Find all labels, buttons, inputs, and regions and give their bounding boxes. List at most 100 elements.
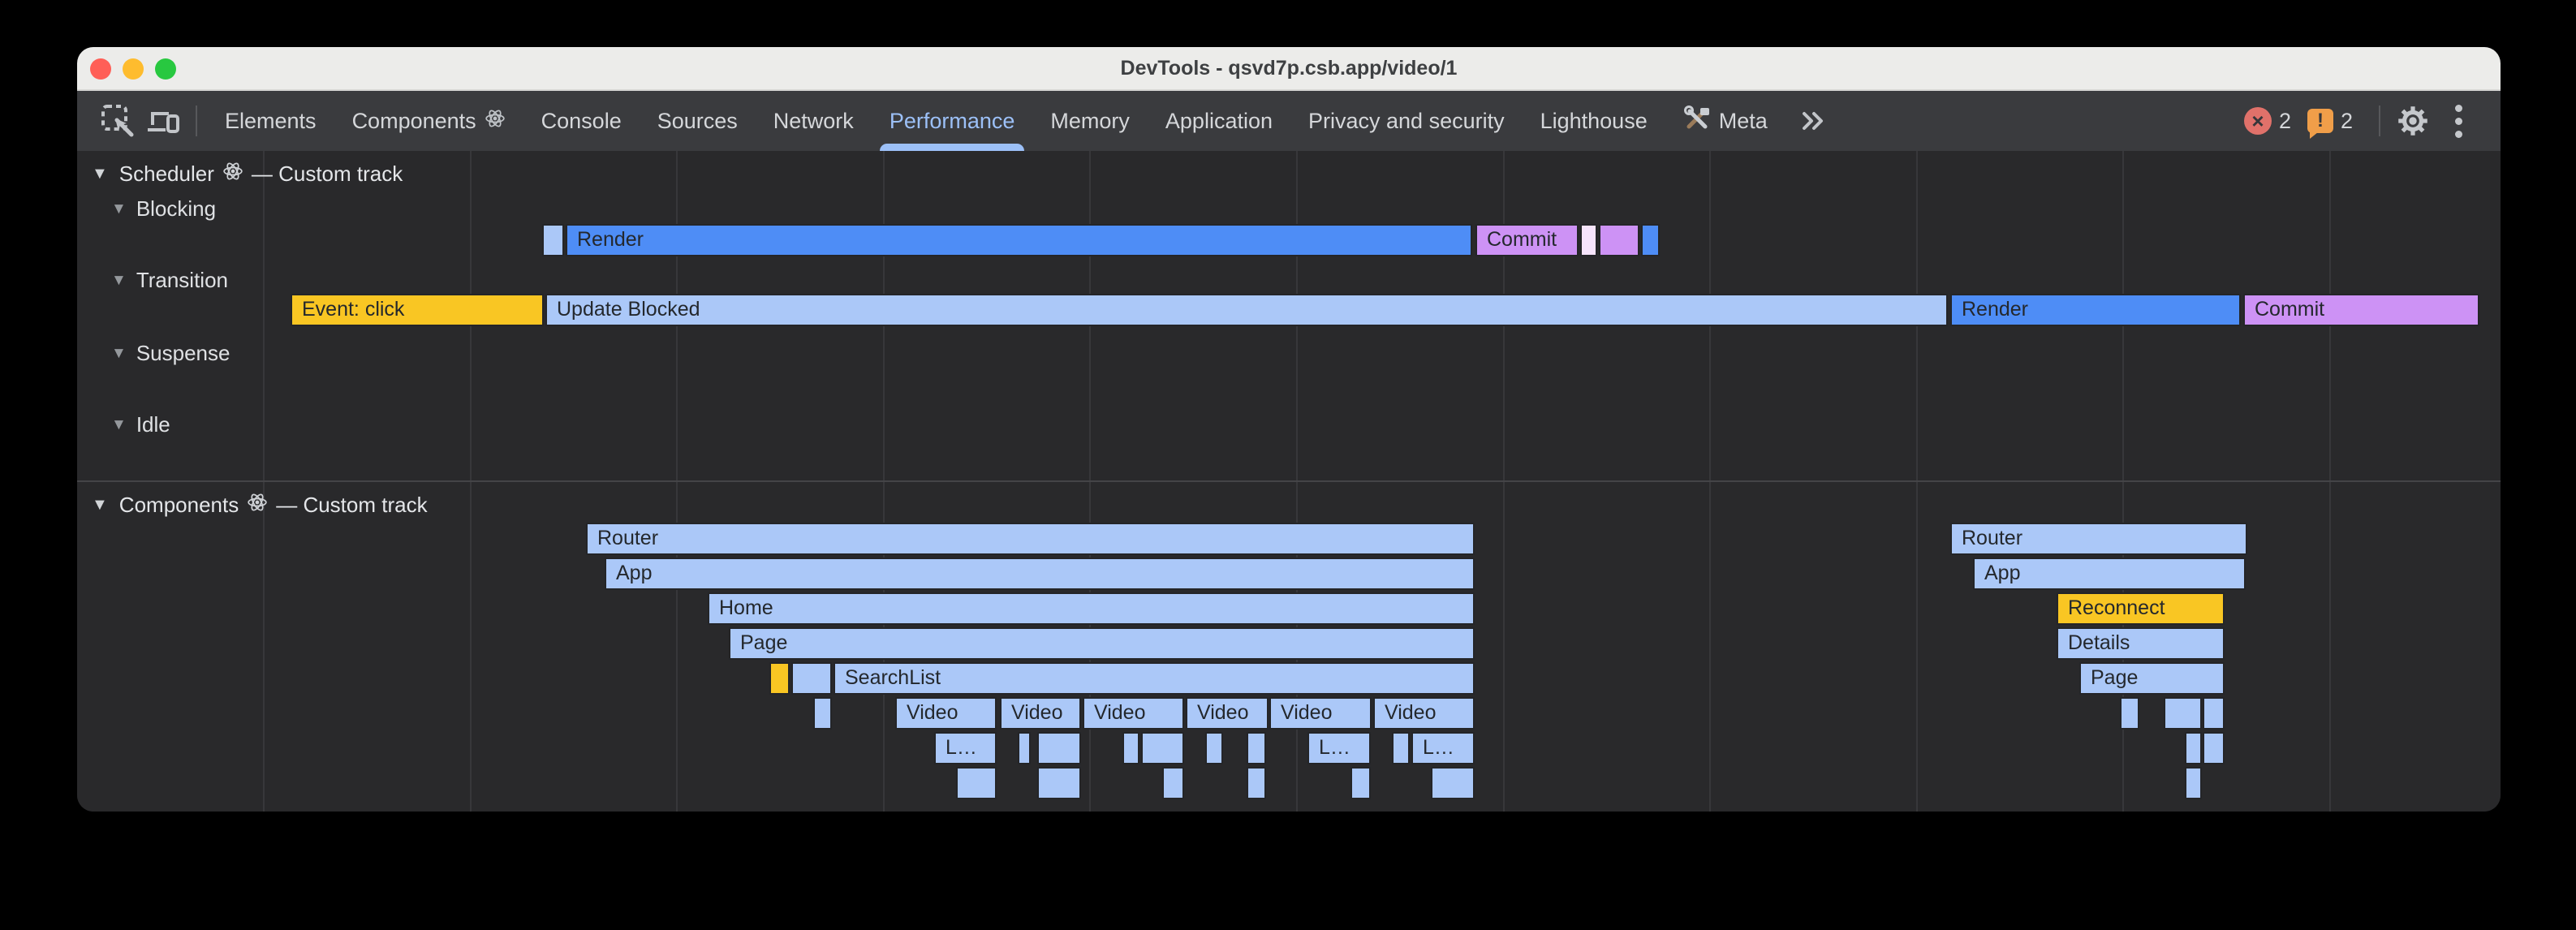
tab-application[interactable]: Application [1148, 91, 1290, 151]
flame-bar-reconnect[interactable]: Reconnect [2057, 592, 2225, 625]
collapse-triangle-icon[interactable]: ▼ [111, 345, 127, 363]
flame-bar-video[interactable]: Video [1000, 697, 1081, 730]
flame-bar[interactable] [1037, 732, 1081, 764]
flame-bar-event-click[interactable]: Event: click [291, 294, 544, 326]
settings-gear-icon[interactable] [2390, 98, 2436, 144]
flame-bar[interactable] [1641, 224, 1660, 256]
react-atom-icon [485, 108, 506, 135]
flame-bar-commit[interactable]: Commit [2243, 294, 2479, 326]
flame-bar-app[interactable]: App [605, 558, 1475, 590]
group-transition[interactable]: ▼ Transition [111, 268, 228, 293]
tab-sources[interactable]: Sources [640, 91, 756, 151]
flame-bar[interactable] [1018, 732, 1031, 764]
flame-bar-video[interactable]: Video [1373, 697, 1475, 730]
flame-bar[interactable] [1431, 767, 1475, 799]
flame-bar-video[interactable]: Video [1083, 697, 1184, 730]
devtools-window: DevTools - qsvd7p.csb.app/video/1 [77, 47, 2501, 812]
close-button[interactable] [90, 58, 111, 80]
tab-console[interactable]: Console [523, 91, 640, 151]
tab-privacy-and-security[interactable]: Privacy and security [1290, 91, 1523, 151]
flame-bar-commit[interactable]: Commit [1475, 224, 1579, 256]
warning-icon: ! [2307, 109, 2333, 133]
flame-bar[interactable] [2185, 767, 2202, 799]
tab-network[interactable]: Network [756, 91, 872, 151]
error-icon: × [2244, 107, 2272, 135]
flame-bar[interactable] [1141, 732, 1184, 764]
tools-icon [1683, 105, 1711, 138]
flame-bar-router[interactable]: Router [586, 523, 1475, 555]
flame-bar[interactable] [1392, 732, 1410, 764]
traffic-lights [90, 58, 176, 80]
collapse-triangle-icon[interactable]: ▼ [111, 416, 127, 434]
more-tabs-icon[interactable] [1790, 98, 1836, 144]
collapse-triangle-icon[interactable]: ▼ [92, 165, 108, 183]
flame-bar-app[interactable]: App [1973, 558, 2246, 590]
flame-bar[interactable] [542, 224, 564, 256]
window-titlebar: DevTools - qsvd7p.csb.app/video/1 [77, 47, 2501, 91]
collapse-triangle-icon[interactable]: ▼ [111, 272, 127, 290]
flame-bar[interactable] [2203, 697, 2225, 730]
tab-components[interactable]: Components [334, 91, 523, 151]
flame-bar[interactable] [1350, 767, 1371, 799]
flame-bar-searchlist[interactable]: SearchList [834, 662, 1475, 695]
flame-bar-router[interactable]: Router [1950, 523, 2247, 555]
error-count: 2 [2279, 109, 2291, 134]
flame-bar[interactable] [1162, 767, 1184, 799]
flame-bar[interactable] [1599, 224, 1639, 256]
react-atom-icon [247, 492, 268, 519]
tab-meta[interactable]: Meta [1665, 91, 1786, 151]
flame-bar[interactable] [2203, 732, 2225, 764]
flame-bar-video[interactable]: Video [1186, 697, 1269, 730]
flame-bar-details[interactable]: Details [2057, 627, 2225, 660]
flame-bar-l-[interactable]: L… [934, 732, 997, 764]
error-badge[interactable]: × 2 [2244, 107, 2291, 135]
flame-bar-render[interactable]: Render [1950, 294, 2241, 326]
track-header-scheduler[interactable]: ▼ Scheduler — Custom track [92, 161, 403, 187]
tab-lighthouse[interactable]: Lighthouse [1523, 91, 1665, 151]
tab-memory[interactable]: Memory [1032, 91, 1148, 151]
flame-bar-update-blocked[interactable]: Update Blocked [545, 294, 1948, 326]
flame-bar[interactable] [813, 697, 832, 730]
flame-bar[interactable] [1122, 732, 1139, 764]
track-header-components[interactable]: ▼ Components — Custom track [92, 492, 428, 519]
collapse-triangle-icon[interactable]: ▼ [92, 496, 108, 515]
group-suspense[interactable]: ▼ Suspense [111, 341, 230, 366]
flame-bar-page[interactable]: Page [2079, 662, 2225, 695]
window-title: DevTools - qsvd7p.csb.app/video/1 [77, 47, 2501, 89]
flame-bar[interactable] [1580, 224, 1597, 256]
flame-bar[interactable] [791, 662, 832, 695]
flame-bar[interactable] [1037, 767, 1081, 799]
collapse-triangle-icon[interactable]: ▼ [111, 200, 127, 218]
tab-elements[interactable]: Elements [207, 91, 334, 151]
minimize-button[interactable] [123, 58, 144, 80]
performance-flamechart[interactable]: ▼ Scheduler — Custom track ▼ Blocking ▼ … [77, 151, 2501, 812]
flame-bar[interactable] [1205, 732, 1223, 764]
panel-tabs: Elements Components Console Sources Netw… [207, 91, 1836, 151]
track-separator [77, 480, 2501, 482]
react-atom-icon [222, 161, 243, 187]
flame-bar[interactable] [1247, 732, 1266, 764]
toolbar-divider [196, 105, 197, 136]
flame-bar-l-[interactable]: L… [1411, 732, 1475, 764]
flame-bar[interactable] [2185, 732, 2202, 764]
flame-bar-video[interactable]: Video [895, 697, 997, 730]
group-blocking[interactable]: ▼ Blocking [111, 196, 216, 222]
zoom-button[interactable] [155, 58, 176, 80]
flame-bar[interactable] [2120, 697, 2139, 730]
warning-count: 2 [2341, 109, 2353, 134]
flame-bar-l-[interactable]: L… [1307, 732, 1371, 764]
kebab-menu-icon[interactable] [2436, 98, 2481, 144]
flame-bar[interactable] [769, 662, 790, 695]
flame-bar[interactable] [1247, 767, 1266, 799]
group-idle[interactable]: ▼ Idle [111, 412, 170, 437]
flame-bar-render[interactable]: Render [566, 224, 1472, 256]
device-toolbar-icon[interactable] [140, 98, 186, 144]
flame-bar-video[interactable]: Video [1269, 697, 1372, 730]
tab-performance[interactable]: Performance [872, 91, 1033, 151]
flame-bar[interactable] [2164, 697, 2202, 730]
warning-badge[interactable]: ! 2 [2307, 109, 2353, 134]
flame-bar-home[interactable]: Home [708, 592, 1475, 625]
inspect-element-icon[interactable] [95, 98, 140, 144]
flame-bar[interactable] [956, 767, 997, 799]
flame-bar-page[interactable]: Page [729, 627, 1475, 660]
